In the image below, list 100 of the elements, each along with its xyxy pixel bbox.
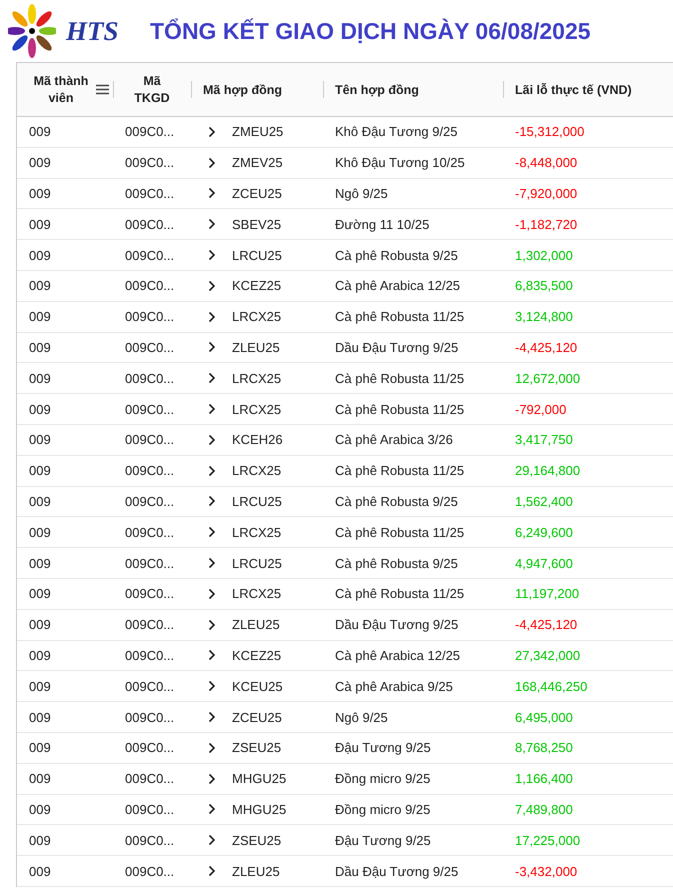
expand-chevron-icon[interactable] — [207, 403, 217, 416]
expand-chevron-icon[interactable] — [207, 372, 217, 384]
expand-chevron-icon[interactable] — [207, 156, 217, 169]
table-cell-text: 3,417,750 — [514, 432, 574, 448]
table-cell-text: Cà phê Arabica 12/25 — [334, 648, 462, 663]
table-cell-text: 009 — [28, 278, 52, 294]
expand-chevron-icon[interactable] — [207, 280, 217, 292]
expand-chevron-icon[interactable] — [207, 649, 217, 662]
table-cell-text: Khô Đậu Tương 9/25 — [334, 124, 459, 140]
table-cell-text: 009 — [28, 432, 52, 448]
table-cell: LRCU25 — [232, 248, 282, 263]
table-cell-text: Đậu Tương 9/25 — [334, 740, 432, 756]
table-cell-text: 009 — [28, 494, 52, 509]
column-header[interactable]: Tên hợp đồng — [335, 82, 419, 96]
table-cell-text: 009 — [28, 340, 52, 355]
table-cell-text: 6,249,600 — [514, 524, 574, 540]
expand-chevron-icon[interactable] — [207, 588, 217, 600]
table-cell-text: 8,768,250 — [514, 740, 574, 756]
table-cell: ZMEV25 — [232, 155, 283, 170]
table-cell-text: 009C0... — [124, 524, 176, 540]
table-cell: ZLEU25 — [232, 864, 280, 879]
table-cell-text: Cà phê Robusta 11/25 — [334, 370, 466, 386]
table-cell-text: Cà phê Arabica 3/26 — [334, 432, 454, 448]
table-cell-text: 11,197,200 — [514, 586, 580, 602]
expand-chevron-icon[interactable] — [207, 742, 217, 754]
table-cell: ZSEU25 — [232, 740, 282, 756]
table-cell-text: 009C0... — [124, 802, 176, 817]
table-cell: LRCX25 — [232, 463, 282, 478]
table-cell: KCEH26 — [232, 432, 283, 448]
column-header[interactable]: Mã thành viên — [29, 72, 93, 106]
table-cell: KCEU25 — [232, 678, 283, 694]
table-cell-text: 009C0... — [124, 278, 176, 294]
table-cell-text: 009C0... — [124, 617, 176, 632]
table-cell-text: 009C0... — [124, 186, 176, 201]
expand-chevron-icon[interactable] — [207, 187, 217, 200]
table-cell-text: 009 — [28, 155, 52, 170]
expand-chevron-icon[interactable] — [207, 126, 217, 138]
expand-chevron-icon[interactable] — [207, 834, 217, 846]
expand-chevron-icon[interactable] — [207, 249, 217, 262]
table-cell-text: 009C0... — [124, 370, 176, 386]
table-cell-text: 009 — [28, 678, 52, 694]
expand-chevron-icon[interactable] — [207, 218, 217, 230]
table-cell-text: Dầu Đậu Tương 9/25 — [334, 340, 460, 355]
table-cell: LRCX25 — [232, 309, 282, 324]
expand-chevron-icon[interactable] — [207, 434, 217, 446]
table-cell: SBEV25 — [232, 216, 282, 232]
table-cell-text: 009 — [28, 832, 52, 848]
expand-chevron-icon[interactable] — [207, 464, 217, 477]
table-cell-text: Cà phê Robusta 11/25 — [334, 524, 466, 540]
table-cell-text: 009 — [28, 802, 52, 817]
expand-chevron-icon[interactable] — [207, 341, 217, 354]
table-cell-text: Cà phê Robusta 9/25 — [334, 556, 459, 571]
table-cell-text: 009 — [28, 216, 52, 232]
column-header[interactable]: Lãi lỗ thực tế (VND) — [515, 82, 632, 96]
table-cell-text: 009C0... — [124, 124, 176, 140]
table-cell: LRCU25 — [232, 556, 282, 571]
menu-icon[interactable] — [96, 84, 109, 95]
expand-chevron-icon[interactable] — [207, 557, 217, 570]
table-cell-text: 009 — [28, 740, 52, 756]
table-cell-text: 009 — [28, 124, 52, 140]
expand-chevron-icon[interactable] — [207, 526, 217, 538]
table-cell-text: Ngô 9/25 — [334, 710, 389, 725]
table-cell-text: 1,562,400 — [514, 494, 574, 509]
table-cell: LRCX25 — [232, 370, 282, 386]
table-cell-text: Cà phê Robusta 9/25 — [334, 248, 459, 263]
table-cell-text: 1,302,000 — [514, 248, 574, 263]
expand-chevron-icon[interactable] — [207, 803, 217, 816]
table-cell-text: 009 — [28, 586, 52, 602]
table-cell-text: 009 — [28, 186, 52, 201]
table-cell: KCEZ25 — [232, 278, 282, 294]
table-cell-text: -792,000 — [514, 402, 568, 417]
table-cell: ZSEU25 — [232, 832, 282, 848]
expand-chevron-icon[interactable] — [207, 865, 217, 878]
expand-chevron-icon[interactable] — [207, 772, 217, 785]
expand-chevron-icon[interactable] — [207, 680, 217, 692]
table-cell-text: 009 — [28, 402, 52, 417]
expand-chevron-icon[interactable] — [207, 495, 217, 508]
table-cell-text: Đồng micro 9/25 — [334, 802, 432, 817]
table-cell-text: 009C0... — [124, 340, 176, 355]
table-cell: ZLEU25 — [232, 617, 280, 632]
table-cell-text: 29,164,800 — [514, 463, 582, 478]
table-cell-text: 009C0... — [124, 216, 176, 232]
table-cell-text: -15,312,000 — [514, 124, 586, 140]
expand-chevron-icon[interactable] — [207, 310, 217, 323]
table-cell-text: 009C0... — [124, 155, 176, 170]
table-cell: KCEZ25 — [232, 648, 282, 663]
column-header[interactable]: Mã hợp đồng — [203, 82, 282, 96]
table-cell-text: 009 — [28, 248, 52, 263]
table-cell: LRCX25 — [232, 402, 282, 417]
table-cell-text: 009 — [28, 370, 52, 386]
table-cell: ZCEU25 — [232, 710, 282, 725]
table-cell-text: 009 — [28, 556, 52, 571]
table-cell-text: 009C0... — [124, 771, 176, 786]
table-cell-text: 009C0... — [124, 432, 176, 448]
table-cell-text: 6,835,500 — [514, 278, 574, 294]
column-header[interactable]: Mã TKGD — [132, 72, 172, 106]
table-cell-text: 1,166,400 — [514, 771, 574, 786]
expand-chevron-icon[interactable] — [207, 711, 217, 724]
table-cell: ZLEU25 — [232, 340, 280, 355]
expand-chevron-icon[interactable] — [207, 618, 217, 631]
